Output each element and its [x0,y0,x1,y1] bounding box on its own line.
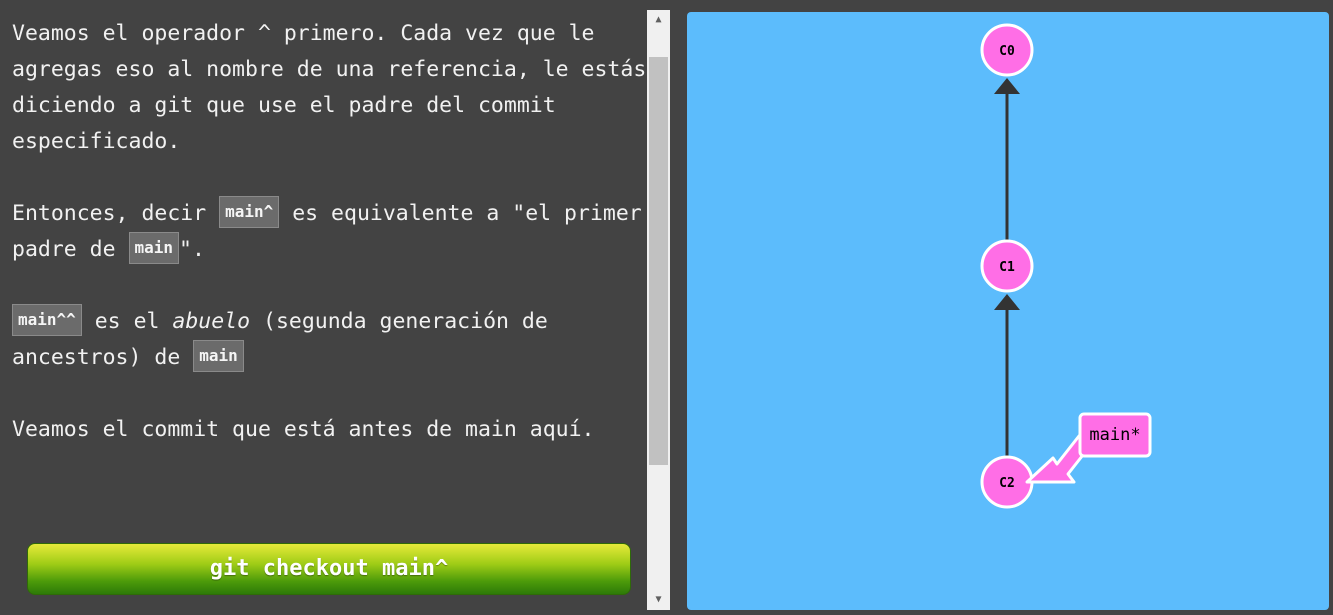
commit-node-c2[interactable]: C2 [980,455,1034,509]
scroll-thumb[interactable] [649,57,668,465]
instructions-pane: Veamos el operador ^ primero. Cada vez q… [0,0,670,615]
lesson-paragraph-3: main^^ es el abuelo (segunda generación … [12,304,648,376]
commit-node-c1[interactable]: C1 [980,239,1034,293]
lesson-text: Veamos el operador ^ primero. Cada vez q… [12,16,648,484]
run-command-button[interactable]: git checkout main^ [27,543,631,595]
commit-label: C0 [999,44,1015,59]
lesson-paragraph-1: Veamos el operador ^ primero. Cada vez q… [12,16,648,160]
branch-label: main* [1089,425,1140,445]
vertical-scrollbar[interactable]: ▲ ▼ [647,10,670,610]
italic-word: abuelo [172,309,251,334]
commit-label: C2 [999,476,1015,491]
scroll-up-icon[interactable]: ▲ [647,10,670,30]
commit-node-c0[interactable]: C0 [980,23,1034,77]
lesson-paragraph-2: Entonces, decir main^ es equivalente a "… [12,196,648,268]
code-snippet-main: main [128,232,180,264]
paragraph-text: Veamos el operador ^ primero. Cada vez q… [12,21,647,154]
commit-label: C1 [999,260,1015,275]
app-root: Veamos el operador ^ primero. Cada vez q… [0,0,1333,615]
paragraph-text: Entonces, decir [12,201,220,226]
code-snippet-main-double-caret: main^^ [12,304,82,336]
paragraph-text: es el [81,309,173,334]
scroll-down-icon[interactable]: ▼ [647,590,670,610]
lesson-paragraph-4: Veamos el commit que está antes de main … [12,412,648,448]
paragraph-text: ". [179,237,205,262]
code-snippet-main-caret: main^ [219,196,280,228]
code-snippet-main: main [193,340,244,372]
edge-arrowhead-icon [994,294,1020,310]
branch-pointer-main[interactable]: main* [1025,412,1152,484]
git-graph-svg: C0 C1 C2 main* [980,23,1152,509]
git-graph-visualization: C0 C1 C2 main* [687,12,1329,610]
paragraph-text: Veamos el commit que está antes de main … [12,417,595,442]
edge-arrowhead-icon [994,78,1020,94]
